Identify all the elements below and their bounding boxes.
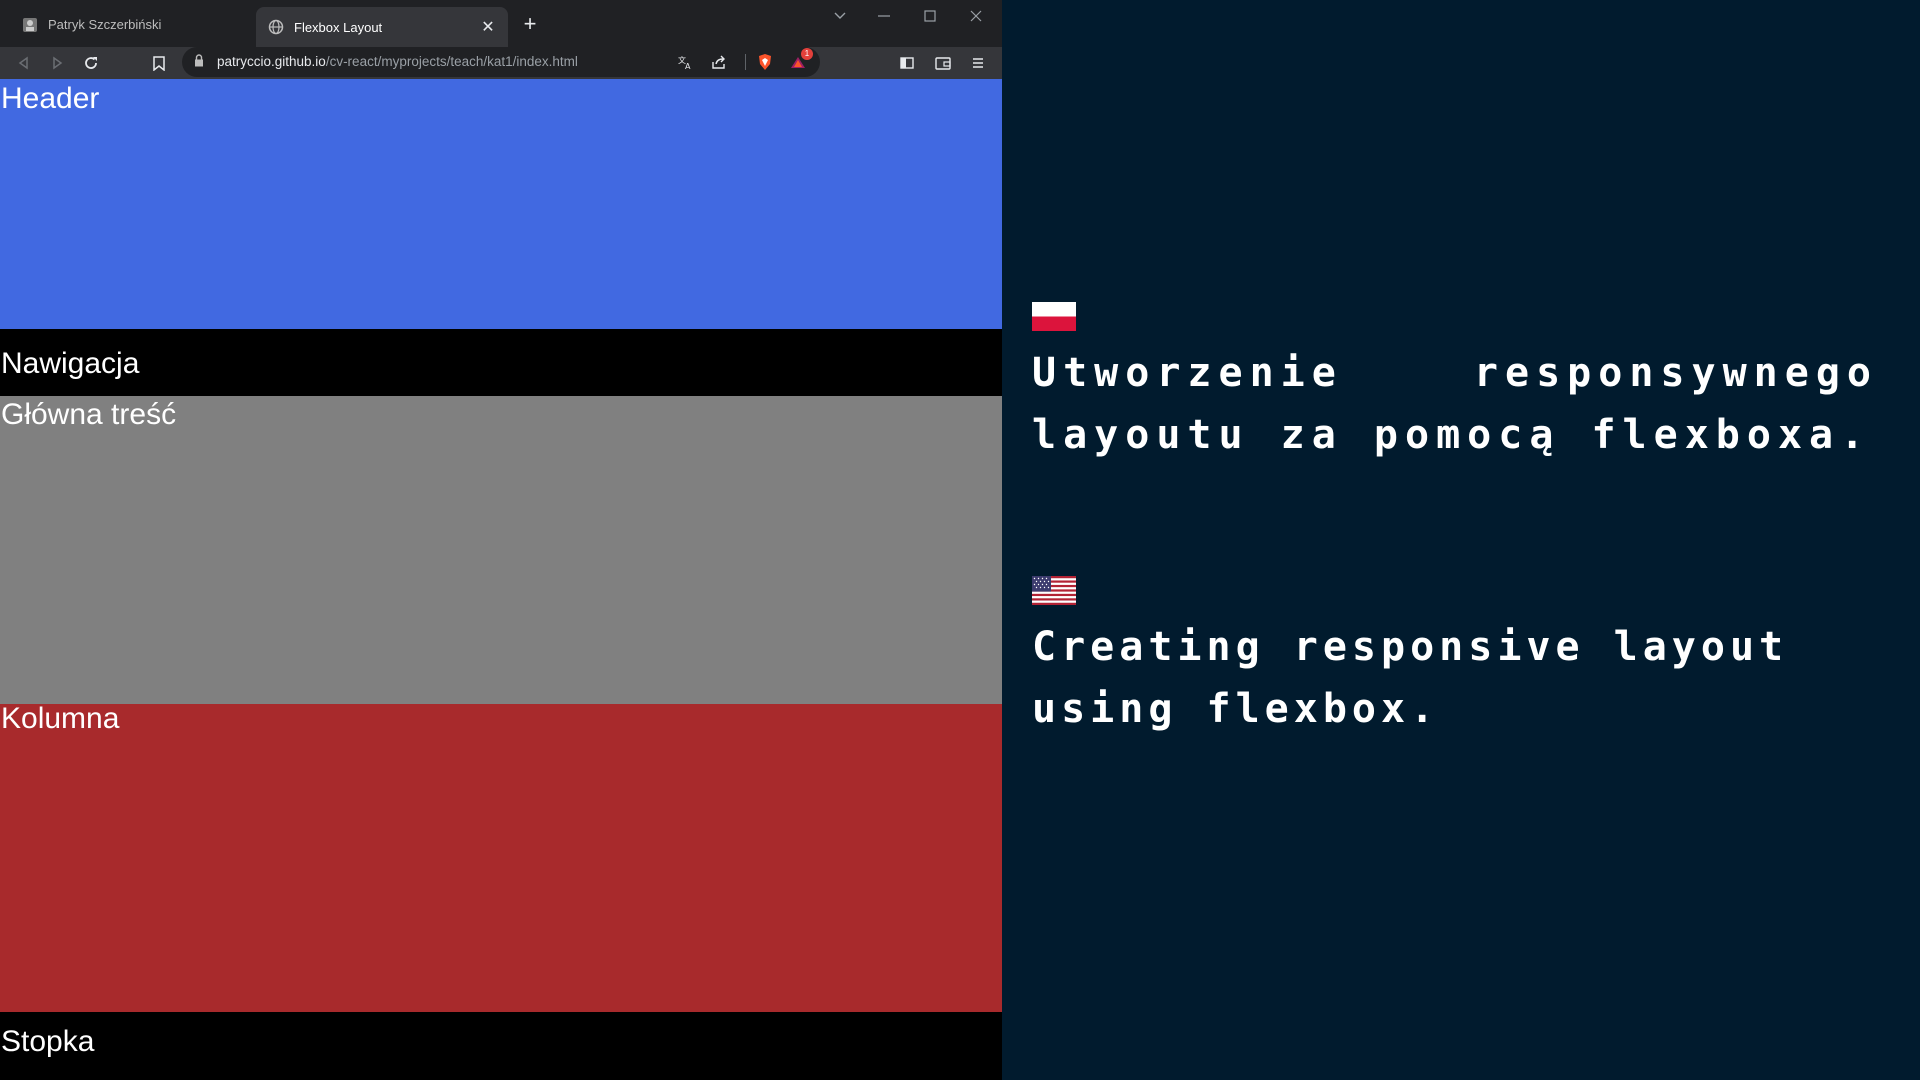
tab-flexbox-layout[interactable]: Flexbox Layout ✕	[256, 7, 508, 47]
bookmark-icon[interactable]	[147, 51, 171, 75]
sidebar-icon[interactable]	[895, 51, 919, 75]
reload-icon[interactable]	[79, 51, 103, 75]
main-content-label: Główna treść	[1, 398, 177, 431]
back-icon[interactable]	[12, 51, 36, 75]
address-bar[interactable]: patryccio.github.io/cv-react/myprojects/…	[182, 47, 820, 77]
page-viewport: Header Nawigacja Główna treść Kolumna St…	[0, 79, 1002, 1080]
omnibox-divider	[745, 54, 746, 70]
footer-label: Stopka	[1, 1025, 95, 1058]
tab-title: Patryk Szczerbiński	[48, 17, 162, 32]
tab-search-icon[interactable]	[818, 4, 862, 28]
header-section: Header	[0, 79, 1002, 329]
globe-icon	[268, 19, 284, 35]
minimize-icon[interactable]	[862, 4, 906, 28]
maximize-icon[interactable]	[908, 4, 952, 28]
menu-icon[interactable]	[966, 51, 990, 75]
header-label: Header	[1, 82, 100, 115]
poland-flag-icon	[1032, 302, 1076, 331]
column-section: Kolumna	[0, 702, 1002, 1012]
close-icon[interactable]	[954, 4, 998, 28]
new-tab-button[interactable]: +	[518, 11, 542, 36]
tab-title: Flexbox Layout	[294, 19, 383, 35]
translate-icon[interactable]: 文A	[674, 51, 696, 73]
share-icon[interactable]	[708, 51, 730, 73]
brave-rewards-icon[interactable]: 1	[788, 48, 813, 73]
usa-flag-icon	[1032, 576, 1076, 605]
brave-shield-icon[interactable]	[754, 51, 776, 73]
url-host: patryccio.github.io	[217, 54, 326, 69]
navigation-section: Nawigacja	[0, 329, 1002, 396]
tab-strip: Patryk Szczerbiński Flexbox Layout ✕ +	[0, 0, 1002, 47]
svg-text:A: A	[685, 62, 691, 70]
navigation-label: Nawigacja	[1, 347, 140, 380]
browser-toolbar: patryccio.github.io/cv-react/myprojects/…	[0, 47, 1002, 79]
lock-icon[interactable]	[194, 54, 204, 72]
tab-patryk[interactable]: Patryk Szczerbiński	[10, 8, 250, 41]
description-panel: Utworzenie responsywnego layoutu za pomo…	[1002, 0, 1920, 1080]
site-favicon-icon	[22, 17, 38, 33]
notification-count-badge: 1	[801, 48, 813, 60]
browser-window: Patryk Szczerbiński Flexbox Layout ✕ + p…	[0, 0, 1002, 1080]
url-text: patryccio.github.io/cv-react/myprojects/…	[217, 54, 578, 69]
forward-icon[interactable]	[45, 51, 69, 75]
column-label: Kolumna	[1, 702, 120, 735]
main-content-section: Główna treść	[0, 396, 1002, 704]
close-tab-icon[interactable]: ✕	[478, 17, 498, 37]
english-description: Creating responsive layout using flexbox…	[1032, 624, 1789, 732]
url-path: /cv-react/myprojects/teach/kat1/index.ht…	[325, 54, 578, 69]
footer-section: Stopka	[0, 1012, 1002, 1080]
polish-description: Utworzenie responsywnego layoutu za pomo…	[1032, 350, 1878, 458]
wallet-icon[interactable]	[931, 51, 955, 75]
